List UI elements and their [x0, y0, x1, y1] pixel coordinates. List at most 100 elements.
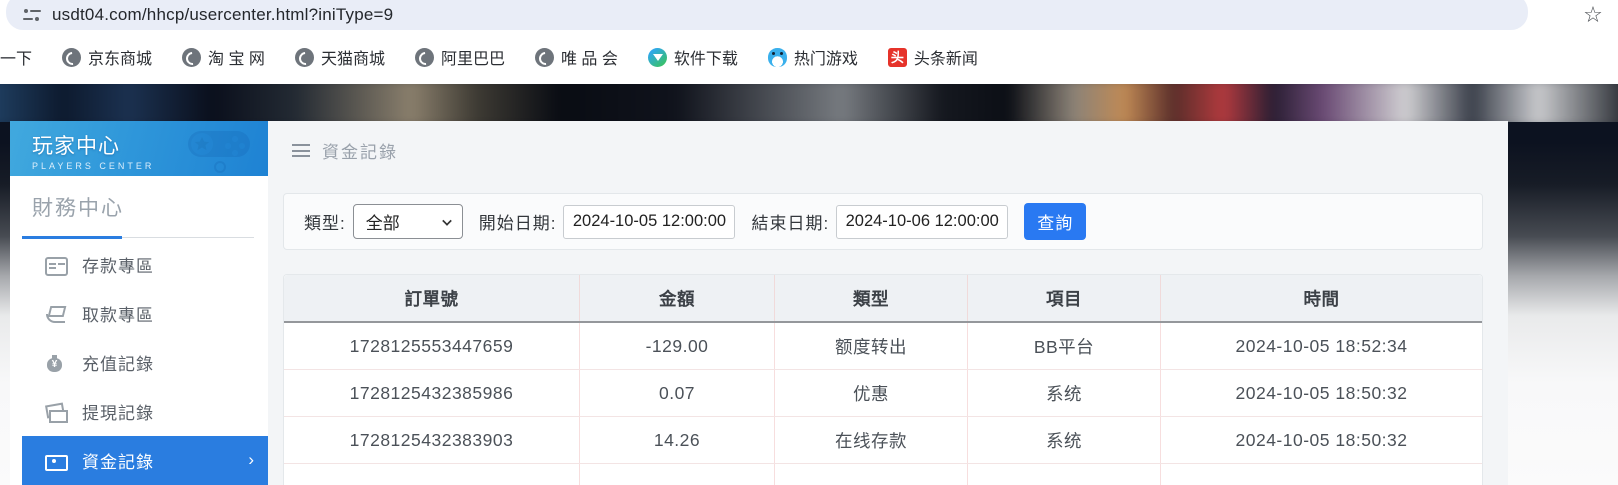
sidebar-menu-item[interactable]: 提現記錄 › [22, 387, 268, 436]
bookmark-favicon [62, 48, 81, 67]
chevron-right-icon: › [248, 450, 254, 470]
sidebar-menu-item[interactable]: 取款專區 › [22, 289, 268, 338]
bookmark-star-icon[interactable]: ☆ [1580, 2, 1606, 28]
sidebar: 玩家中心 PLAYERS CENTER 財務中心 [10, 121, 268, 485]
chevron-down-icon [442, 216, 452, 226]
sidebar-menu: 存款專區 › 取款專區 › ¥ 充值記錄 › 提現記錄 [10, 240, 268, 485]
bookmark-favicon [295, 48, 314, 67]
section-underline [22, 236, 256, 239]
menu-item-icon [44, 451, 66, 471]
content-header: 資金記錄 [268, 121, 1508, 163]
cell-time: 2024-10-05 18:50:32 [1161, 370, 1482, 416]
cell-order-number: 1728125432385986 [284, 370, 580, 416]
bookmark-label: 头条新闻 [914, 45, 978, 69]
sidebar-banner: 玩家中心 PLAYERS CENTER [10, 121, 268, 176]
bookmarks-bar: 一下 京东商城 淘 宝 网 天猫商城 阿里巴巴 [0, 30, 1618, 84]
bookmark-item[interactable]: 淘 宝 网 [182, 45, 265, 69]
cell-order-number [284, 464, 580, 485]
main-content: 資金記錄 類型: 全部 開始日期: 結束日期: 查詢 訂單號 金額 類型 [268, 121, 1508, 485]
cell-time [1161, 464, 1482, 485]
type-select-value: 全部 [366, 209, 400, 234]
cell-project: 系统 [968, 370, 1161, 416]
cell-amount: 0.07 [580, 370, 775, 416]
search-button[interactable]: 查詢 [1024, 203, 1086, 240]
menu-item-label: 存款專區 [82, 252, 154, 277]
table-row: 1728125553447659 -129.00 额度转出 BB平台 2024-… [284, 323, 1482, 370]
cell-project [968, 464, 1161, 485]
bookmark-favicon [648, 48, 667, 67]
url-text[interactable]: usdt04.com/hhcp/usercenter.html?iniType=… [52, 5, 393, 25]
records-table: 訂單號 金額 類型 項目 時間 1728125553447659 -129.00… [283, 274, 1483, 485]
sidebar-menu-item[interactable]: 存款專區 › [22, 240, 268, 289]
bookmark-label: 一下 [0, 45, 32, 69]
table-row: 1728125432385986 0.07 优惠 系统 2024-10-05 1… [284, 370, 1482, 417]
menu-item-icon [44, 304, 66, 324]
cell-project: BB平台 [968, 323, 1161, 369]
cell-time: 2024-10-05 18:52:34 [1161, 323, 1482, 369]
end-date-input[interactable] [836, 205, 1008, 239]
bookmark-item[interactable]: 热门游戏 [768, 45, 858, 69]
bookmark-label: 淘 宝 网 [208, 45, 265, 69]
table-header-row: 訂單號 金額 類型 項目 時間 [284, 275, 1482, 323]
type-select[interactable]: 全部 [353, 204, 463, 239]
menu-item-label: 充值記錄 [82, 350, 154, 375]
menu-item-icon: ¥ [44, 353, 66, 373]
table-row: 1728125432383903 14.26 在线存款 系统 2024-10-0… [284, 417, 1482, 464]
bookmark-item[interactable]: 一下 [0, 45, 32, 69]
table-header-cell: 訂單號 [284, 275, 580, 321]
menu-item-label: 取款專區 [82, 301, 154, 326]
sidebar-menu-item[interactable]: ¥ 充值記錄 › [22, 338, 268, 387]
cell-type: 额度转出 [775, 323, 968, 369]
cell-order-number: 1728125432383903 [284, 417, 580, 463]
hamburger-icon[interactable] [292, 144, 310, 157]
cell-amount [580, 464, 775, 485]
bookmark-label: 唯 品 会 [561, 45, 618, 69]
bookmark-label: 热门游戏 [794, 45, 858, 69]
cell-amount: 14.26 [580, 417, 775, 463]
page-title: 資金記錄 [322, 138, 398, 163]
bookmark-label: 京东商城 [88, 45, 152, 69]
start-date-label: 開始日期: [479, 209, 557, 234]
sidebar-menu-item[interactable]: 資金記錄 › [22, 436, 268, 485]
table-header-cell: 項目 [968, 275, 1161, 321]
table-body: 1728125553447659 -129.00 额度转出 BB平台 2024-… [284, 323, 1482, 485]
table-row [284, 464, 1482, 485]
url-bar[interactable]: usdt04.com/hhcp/usercenter.html?iniType=… [6, 0, 1528, 30]
cell-time: 2024-10-05 18:50:32 [1161, 417, 1482, 463]
start-date-input[interactable] [563, 205, 735, 239]
menu-item-label: 資金記錄 [82, 448, 154, 473]
bookmark-item[interactable]: 头 头条新闻 [888, 45, 978, 69]
bookmark-item[interactable]: 京东商城 [62, 45, 152, 69]
bookmark-favicon [415, 48, 434, 67]
site-controls-icon[interactable] [22, 7, 42, 23]
cell-type: 优惠 [775, 370, 968, 416]
table-header-cell: 時間 [1161, 275, 1482, 321]
filter-panel: 類型: 全部 開始日期: 結束日期: 查詢 [283, 193, 1483, 250]
bookmark-label: 软件下载 [674, 45, 738, 69]
finance-center-section-title: 財務中心 [32, 192, 268, 222]
table-header-cell: 金額 [580, 275, 775, 321]
bookmark-item[interactable]: 唯 品 会 [535, 45, 618, 69]
cell-type [775, 464, 968, 485]
screen: usdt04.com/hhcp/usercenter.html?iniType=… [0, 0, 1618, 485]
end-date-label: 結束日期: [751, 209, 829, 234]
bookmark-item[interactable]: 阿里巴巴 [415, 45, 505, 69]
bookmark-item[interactable]: 天猫商城 [295, 45, 385, 69]
menu-item-icon [44, 402, 66, 422]
menu-item-icon [44, 255, 66, 275]
cell-amount: -129.00 [580, 323, 775, 369]
bookmark-favicon: 头 [888, 48, 907, 67]
banner-photo [0, 84, 1618, 122]
table-header-cell: 類型 [775, 275, 968, 321]
gamepad-icon [180, 125, 258, 173]
bookmark-favicon [768, 48, 787, 67]
bookmark-favicon [182, 48, 201, 67]
cell-type: 在线存款 [775, 417, 968, 463]
bookmark-item[interactable]: 软件下载 [648, 45, 738, 69]
menu-item-label: 提現記錄 [82, 399, 154, 424]
bookmark-label: 阿里巴巴 [441, 45, 505, 69]
bookmark-label: 天猫商城 [321, 45, 385, 69]
cell-order-number: 1728125553447659 [284, 323, 580, 369]
browser-top-bar: usdt04.com/hhcp/usercenter.html?iniType=… [0, 0, 1618, 30]
type-label: 類型: [304, 209, 346, 234]
